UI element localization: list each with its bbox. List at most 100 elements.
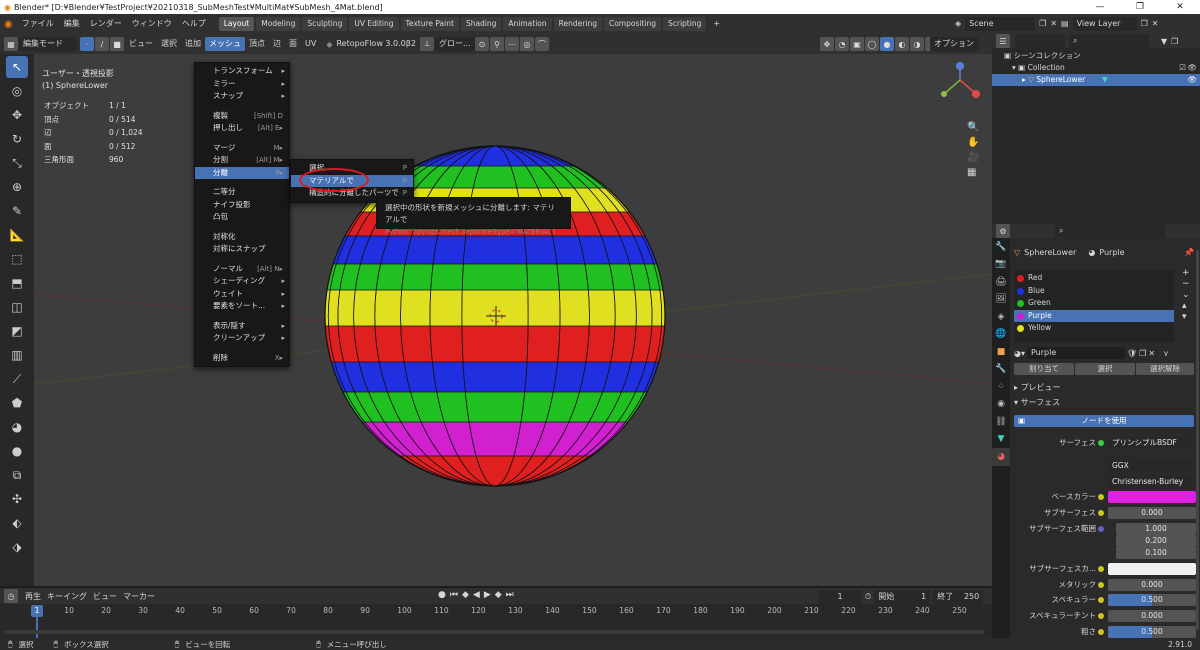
subsurface-method-dropdown[interactable]: Christensen-Burley — [1108, 476, 1196, 488]
menu-render[interactable]: レンダー — [85, 14, 127, 34]
jump-start-icon[interactable]: ⏮ — [450, 590, 458, 600]
solid-shading-icon[interactable]: ● — [880, 37, 894, 51]
editor-type-icon[interactable]: ▦ — [4, 37, 18, 51]
workspace-tab-shading[interactable]: Shading — [460, 17, 502, 31]
property-value-field[interactable]: 0.500 — [1108, 626, 1196, 638]
material-slot-item[interactable]: Purple — [1014, 309, 1174, 322]
tool-tab-icon[interactable]: 🔧 — [992, 238, 1010, 256]
show-overlay-icon[interactable]: ◔ — [835, 37, 849, 51]
distribution-dropdown[interactable]: GGX — [1108, 460, 1196, 472]
property-value-field[interactable]: 0.000 — [1108, 579, 1196, 591]
move-tool-icon[interactable]: ✥ — [6, 104, 28, 126]
world-tab-icon[interactable]: 🌐 — [992, 326, 1010, 344]
header-menu-face[interactable]: 面 — [285, 34, 301, 54]
mesh-menu-item[interactable]: 分割 [Alt] M▸ — [195, 154, 289, 167]
close-button[interactable]: ✕ — [1160, 0, 1200, 14]
header-menu-add[interactable]: 追加 — [181, 34, 205, 54]
timeline-editor-type-icon[interactable]: ◷ — [4, 589, 18, 603]
new-collection-icon[interactable]: ❐ — [1171, 37, 1178, 46]
pan-hand-icon[interactable]: ✋ — [967, 137, 979, 148]
extrude-tool-icon[interactable]: ⬒ — [6, 272, 28, 294]
playhead[interactable]: 1 — [31, 605, 43, 617]
mesh-menu-item[interactable]: 二等分 — [195, 186, 289, 199]
snap-target-icon[interactable]: ⋯ — [505, 37, 519, 51]
select-button[interactable]: 選択 — [1075, 363, 1135, 375]
blender-menu-icon[interactable]: ◉ — [4, 19, 13, 30]
snap-icon[interactable]: ⚲ — [490, 37, 504, 51]
exclude-checkbox[interactable]: ☑ — [1179, 62, 1186, 74]
play-reverse-icon[interactable]: ◀ — [473, 590, 480, 600]
material-slot-list[interactable]: Red Blue Green Purple Yellow — [1014, 270, 1174, 342]
transform-tool-icon[interactable]: ⊕ — [6, 176, 28, 198]
show-gizmo-icon[interactable]: ✥ — [820, 37, 834, 51]
outliner-object-spherelower[interactable]: ▸ ▽ SphereLower ▼ 👁 — [992, 74, 1200, 86]
header-menu-view[interactable]: ビュー — [125, 34, 157, 54]
filter-icon[interactable]: ▼ — [1161, 37, 1167, 46]
material-name-field[interactable]: Purple — [1027, 347, 1125, 359]
pivot-point-icon[interactable]: ⊙ — [475, 37, 489, 51]
workspace-tab-animation[interactable]: Animation — [503, 17, 552, 31]
stopwatch-icon[interactable]: ⏱ — [865, 592, 871, 602]
scene-tab-icon[interactable]: ◈ — [992, 308, 1010, 326]
property-value-field[interactable]: 0.100 — [1116, 547, 1196, 559]
face-select-icon[interactable]: ■ — [110, 37, 124, 51]
rendered-shading-icon[interactable]: ◑ — [910, 37, 924, 51]
navigation-gizmo[interactable] — [940, 60, 984, 121]
timeline[interactable]: 1102030405060708090100110120130140150160… — [0, 604, 992, 638]
remove-slot-icon[interactable]: − — [1182, 279, 1190, 289]
workspace-tab-modeling[interactable]: Modeling — [256, 17, 301, 31]
property-value-field[interactable] — [1108, 491, 1196, 503]
data-tab-icon[interactable]: ▼ — [992, 431, 1010, 449]
menu-window[interactable]: ウィンドウ — [127, 14, 177, 34]
scene-remove-icon[interactable]: ✕ — [1050, 17, 1057, 31]
mesh-menu-item[interactable]: クリーンアップ ▸ — [195, 332, 289, 345]
header-menu-uv[interactable]: UV — [301, 34, 320, 54]
view-layer-selector[interactable]: View Layer — [1072, 17, 1137, 31]
mesh-menu-item[interactable]: ノーマル [Alt] N▸ — [195, 263, 289, 276]
link-type-icon[interactable]: ⋎ — [1163, 349, 1169, 358]
loop-cut-tool-icon[interactable]: ▥ — [6, 344, 28, 366]
fake-user-icon[interactable]: 🛡 — [1127, 349, 1137, 358]
property-value-field[interactable]: 1.000 — [1116, 523, 1196, 535]
mesh-menu-item[interactable]: ミラー ▸ — [195, 78, 289, 91]
preview-section-header[interactable]: ▸ プレビュー — [1014, 382, 1061, 393]
use-nodes-button[interactable]: ▣ ノードを使用 — [1014, 415, 1194, 427]
header-menu-select[interactable]: 選択 — [157, 34, 181, 54]
mesh-menu-item[interactable]: ナイフ投影 — [195, 199, 289, 212]
menu-help[interactable]: ヘルプ — [177, 14, 211, 34]
surface-shader-field[interactable]: プリンシプルBSDF — [1108, 437, 1196, 449]
outliner-scene-collection[interactable]: ▣ シーンコレクション — [992, 50, 1200, 62]
add-cube-tool-icon[interactable]: ⬚ — [6, 248, 28, 270]
mesh-menu-item[interactable]: 複製 [Shift] D — [195, 110, 289, 123]
knife-tool-icon[interactable]: ⟋ — [6, 368, 28, 390]
camera-view-icon[interactable]: 🎥 — [967, 152, 979, 163]
timeline-menu-playback[interactable]: 再生 — [25, 591, 41, 602]
outliner-display-mode[interactable] — [1015, 34, 1065, 48]
scene-icon[interactable]: ◈ — [955, 17, 961, 31]
deselect-button[interactable]: 選択解除 — [1136, 363, 1194, 375]
wireframe-shading-icon[interactable]: ◯ — [865, 37, 879, 51]
mesh-menu-item[interactable]: 押し出し [Alt] E▸ — [195, 122, 289, 135]
transform-orientation-icon[interactable]: ⟂ — [420, 37, 434, 51]
rip-tool-icon[interactable]: ⬗ — [6, 536, 28, 558]
material-slot-item[interactable]: Yellow — [1014, 322, 1174, 335]
material-tab-icon[interactable]: ◕ — [992, 448, 1010, 466]
outliner-search-input[interactable]: ⌕ — [1069, 34, 1149, 48]
property-value-field[interactable]: 0.000 — [1108, 507, 1196, 519]
mesh-menu-item[interactable]: 削除 X▸ — [195, 352, 289, 365]
material-shading-icon[interactable]: ◐ — [895, 37, 909, 51]
constraints-tab-icon[interactable]: ⛓ — [992, 413, 1010, 431]
workspace-tab-sculpting[interactable]: Sculpting — [302, 17, 348, 31]
select-tool-icon[interactable]: ↖ — [6, 56, 28, 78]
pin-icon[interactable]: 📌 — [1184, 248, 1194, 257]
visibility-eye-icon[interactable]: 👁 — [1187, 62, 1197, 74]
properties-search-input[interactable]: ⌕ — [1055, 224, 1165, 238]
smooth-tool-icon[interactable]: ● — [6, 440, 28, 462]
3d-viewport[interactable] — [34, 54, 992, 586]
scene-add-icon[interactable]: ❐ — [1039, 17, 1046, 31]
mesh-menu-item[interactable]: トランスフォーム ▸ — [195, 65, 289, 78]
outliner-editor-type-icon[interactable]: ☰ — [996, 34, 1010, 48]
header-menu-mesh[interactable]: メッシュ — [205, 37, 245, 51]
mesh-menu-item[interactable]: ウェイト ▸ — [195, 288, 289, 301]
render-tab-icon[interactable]: 📷 — [992, 256, 1010, 274]
